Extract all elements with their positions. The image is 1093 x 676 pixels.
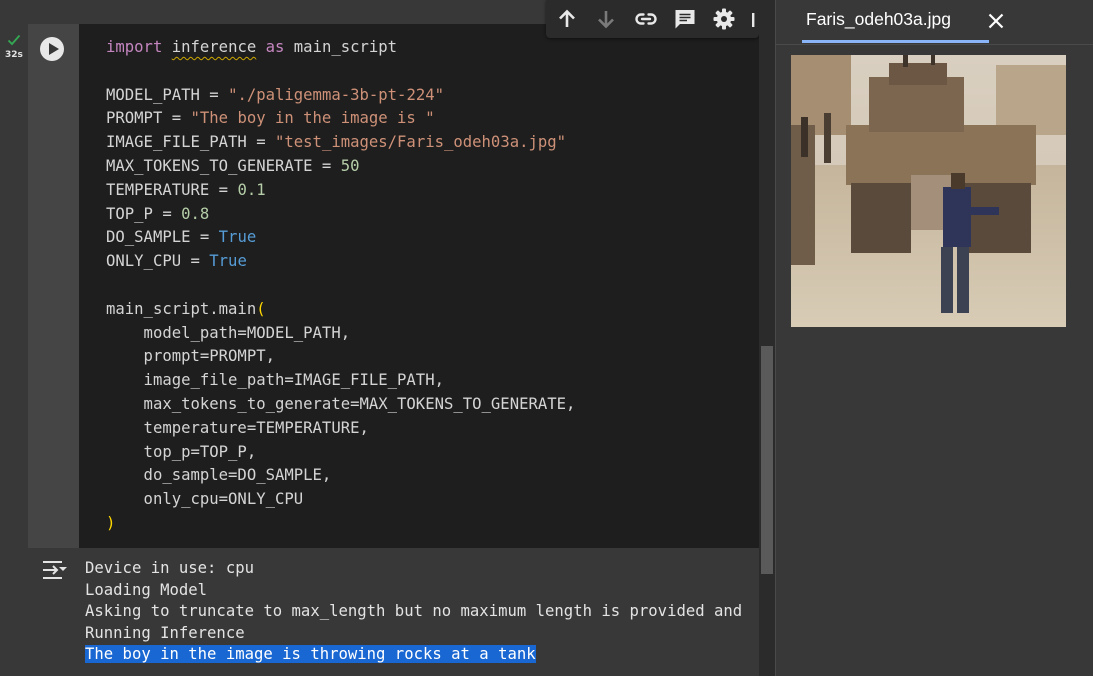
output-text: Device in use: cpu [85, 559, 254, 577]
code-token: do_sample=DO_SAMPLE, [106, 466, 332, 485]
notebook-pane: 32s import inference as main_script MODEL… [0, 0, 775, 676]
code-token: IMAGE_FILE_PATH = [106, 133, 275, 152]
code-token: 0.1 [237, 180, 266, 199]
code-line[interactable]: main_script.main( [106, 298, 575, 322]
code-token: import [106, 38, 163, 56]
code-token: image_file_path=IMAGE_FILE_PATH, [106, 371, 444, 390]
code-token: main_script [284, 38, 398, 56]
code-token: True [209, 252, 247, 271]
code-cell[interactable]: import inference as main_script MODEL_PAT… [28, 24, 759, 548]
output-line: Running Inference [85, 623, 759, 645]
code-line[interactable]: temperature=TEMPERATURE, [106, 417, 575, 441]
output-text: Asking to truncate to max_length but no … [85, 602, 743, 621]
code-token: TEMPERATURE = [106, 180, 238, 199]
code-token: as [265, 38, 285, 56]
cell-run-column [28, 24, 79, 548]
move-cell-up-button[interactable] [554, 6, 579, 32]
code-token: top_p=TOP_P, [106, 442, 257, 461]
code-token: "The boy in the image is " [190, 109, 435, 128]
code-line[interactable]: do_sample=DO_SAMPLE, [106, 464, 575, 488]
tab-bar: Faris_odeh03a.jpg [776, 0, 1093, 45]
code-token: main_script.main [106, 299, 257, 318]
code-token: MODEL_PATH = [106, 85, 229, 104]
arrow-down-icon [598, 11, 615, 29]
side-panel: Faris_odeh03a.jpg [776, 0, 1093, 676]
play-icon [48, 43, 59, 55]
output-actions-icon[interactable] [40, 558, 70, 582]
code-line[interactable]: MAX_TOKENS_TO_GENERATE = 50 [106, 155, 575, 179]
code-line[interactable]: TEMPERATURE = 0.1 [106, 179, 575, 203]
code-token: ) [106, 513, 116, 532]
vertical-scrollbar[interactable] [759, 0, 775, 676]
cell-settings-button[interactable] [712, 6, 737, 32]
code-token: max_tokens_to_generate=MAX_TOKENS_TO_GEN… [106, 394, 576, 413]
tab-label: Faris_odeh03a.jpg [806, 9, 951, 29]
code-token: inference [171, 38, 257, 56]
code-line[interactable]: model_path=MODEL_PATH, [106, 322, 575, 346]
check-icon [7, 34, 21, 46]
code-line[interactable]: max_tokens_to_generate=MAX_TOKENS_TO_GEN… [106, 393, 576, 417]
run-cell-button[interactable] [40, 37, 64, 61]
link-to-cell-button[interactable] [633, 6, 658, 32]
code-token: model_path=MODEL_PATH, [106, 323, 351, 342]
image-preview [791, 55, 1066, 327]
cell-gutter: 32s [0, 0, 28, 676]
add-comment-button[interactable] [672, 6, 697, 32]
code-line[interactable]: MODEL_PATH = "./paligemma-3b-pt-224" [106, 84, 575, 108]
output-text: Running Inference [85, 623, 245, 642]
code-token: temperature=TEMPERATURE, [106, 418, 369, 437]
code-line[interactable]: prompt=PROMPT, [106, 345, 575, 369]
close-icon[interactable] [986, 11, 1006, 31]
move-cell-down-button[interactable] [593, 6, 618, 32]
code-token: only_cpu=ONLY_CPU [106, 490, 304, 509]
code-line[interactable]: top_p=TOP_P, [106, 441, 575, 465]
code-token: TOP_P = [106, 204, 182, 223]
active-tab-indicator [802, 40, 989, 43]
code-line[interactable]: TOP_P = 0.8 [106, 203, 575, 227]
more-icon [752, 13, 755, 27]
output-line: Loading Model [85, 580, 759, 602]
link-icon [634, 13, 657, 25]
code-token: 50 [340, 156, 360, 175]
code-line[interactable] [106, 274, 575, 298]
output-text: Loading Model [85, 580, 208, 599]
code-token: ONLY_CPU = [106, 252, 210, 271]
more-actions-button[interactable] [751, 6, 759, 32]
output-line: The boy in the image is throwing rocks a… [85, 644, 759, 666]
comment-icon [675, 10, 695, 29]
code-token: prompt=PROMPT, [106, 347, 275, 366]
code-token: 0.8 [181, 204, 210, 223]
code-line[interactable]: PROMPT = "The boy in the image is " [106, 107, 575, 131]
tab-image-file[interactable]: Faris_odeh03a.jpg [802, 0, 1014, 43]
code-token: PROMPT = [106, 109, 191, 128]
code-line[interactable]: only_cpu=ONLY_CPU [106, 488, 575, 512]
cell-toolbar [546, 0, 759, 38]
selected-output-text: The boy in the image is throwing rocks a… [85, 645, 536, 664]
arrow-up-icon [558, 9, 575, 27]
cell-output: Device in use: cpu Loading Model Asking to… [85, 558, 759, 666]
code-line[interactable]: ) [106, 512, 575, 536]
code-token: ( [256, 299, 266, 318]
code-token: MAX_TOKENS_TO_GENERATE = [106, 156, 341, 175]
execution-time: 32s [5, 50, 23, 60]
code-line[interactable]: image_file_path=IMAGE_FILE_PATH, [106, 369, 575, 393]
code-token: "./paligemma-3b-pt-224" [228, 85, 444, 104]
output-line: Asking to truncate to max_length but no … [85, 601, 759, 623]
code-line[interactable]: IMAGE_FILE_PATH = "test_images/Faris_ode… [106, 131, 575, 155]
code-line[interactable]: ONLY_CPU = True [106, 250, 575, 274]
code-editor[interactable]: import inference as main_script MODEL_PAT… [106, 36, 575, 536]
code-token: DO_SAMPLE = [106, 228, 219, 247]
code-line[interactable] [106, 60, 575, 84]
code-line[interactable]: import inference as main_script [106, 36, 575, 60]
scrollbar-thumb[interactable] [761, 346, 773, 574]
output-line: Device in use: cpu [85, 558, 759, 580]
code-token: "test_images/Faris_odeh03a.jpg" [275, 133, 567, 152]
code-line[interactable]: DO_SAMPLE = True [106, 226, 575, 250]
code-token: True [218, 228, 257, 247]
gear-icon [713, 8, 735, 30]
